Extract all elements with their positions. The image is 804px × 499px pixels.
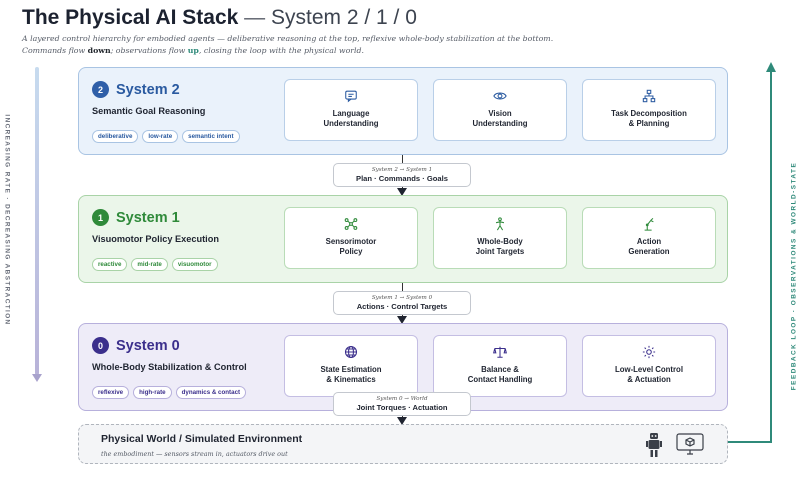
person-icon [495, 217, 505, 231]
card-title: Language Understanding [323, 109, 379, 128]
feedback-loop-label: FEEDBACK LOOP · OBSERVATIONS & WORLD-STA… [790, 161, 798, 391]
connector-label: Joint Torques · Actuation [356, 403, 448, 412]
card-state-estimation: State Estimation & Kinematics [284, 335, 418, 397]
layer-subtitle: Semantic Goal Reasoning [92, 106, 206, 116]
layer-tags: reflexive high-rate dynamics & contact [92, 386, 250, 399]
card-vision-understanding: Vision Understanding [433, 79, 567, 141]
tag: reflexive [92, 386, 130, 399]
connector-system0-world: System 0 → World Joint Torques · Actuati… [333, 392, 471, 416]
feedback-loop-line [770, 72, 772, 442]
tag: high-rate [133, 386, 172, 399]
layer-name: System 0 [116, 337, 180, 354]
layer-name: System 2 [116, 81, 180, 98]
card-language-understanding: Language Understanding [284, 79, 418, 141]
connector-route: System 2 → System 1 [371, 167, 433, 173]
layer-badge: 1 [92, 209, 109, 226]
connector-label: Actions · Control Targets [356, 302, 448, 311]
card-title: Task Decomposition & Planning [611, 109, 687, 128]
desc-up: up [187, 46, 199, 55]
physical-world-panel: Physical World / Simulated Environment t… [78, 424, 728, 464]
page-title: The Physical AI Stack — System 2 / 1 / 0 [22, 6, 417, 30]
robot-arm-icon [644, 217, 654, 231]
card-title: Balance & Contact Handling [467, 365, 533, 384]
card-title: Action Generation [628, 237, 670, 256]
title-dash: — [238, 6, 271, 29]
layer-heading: 0 System 0 [92, 337, 180, 354]
rate-axis-line [35, 67, 39, 375]
card-sensorimotor-policy: Sensorimotor Policy [284, 207, 418, 269]
tag: reactive [92, 258, 128, 271]
card-title: Whole-Body Joint Targets [475, 237, 525, 256]
connector-system2-system1: System 2 → System 1 Plan · Commands · Go… [333, 163, 471, 187]
tag: visuomotor [171, 258, 218, 271]
card-title: State Estimation & Kinematics [320, 365, 382, 384]
card-action-generation: Action Generation [582, 207, 716, 269]
card-whole-body-joint-targets: Whole-Body Joint Targets [433, 207, 567, 269]
connector-route: System 0 → World [376, 396, 428, 402]
desc-text: , closing the loop with the physical wor… [198, 46, 364, 55]
rate-axis-arrowhead [32, 374, 42, 382]
tag: dynamics & contact [175, 386, 247, 399]
hierarchy-icon [642, 89, 656, 103]
title-sub: System 2 / 1 / 0 [271, 6, 417, 29]
layer-subtitle: Whole-Body Stabilization & Control [92, 362, 247, 372]
desc-text: Commands flow [22, 46, 88, 55]
card-title: Sensorimotor Policy [325, 237, 377, 256]
card-title: Low-Level Control & Actuation [614, 365, 683, 384]
feedback-loop-bottom-line [728, 441, 772, 443]
page-description: A layered control hierarchy for embodied… [22, 33, 722, 57]
desc-down: down [87, 46, 111, 55]
layer-heading: 2 System 2 [92, 81, 180, 98]
globe-icon [344, 345, 358, 359]
world-title: Physical World / Simulated Environment [101, 433, 303, 445]
eye-icon [493, 92, 507, 100]
robot-icon [646, 433, 662, 457]
layer-system-2: 2 System 2 Semantic Goal Reasoning delib… [78, 67, 728, 155]
sun-icon [642, 345, 656, 359]
layer-badge: 2 [92, 81, 109, 98]
layer-subtitle: Visuomotor Policy Execution [92, 234, 219, 244]
desc-line-2: Commands flow down; observations flow up… [22, 45, 722, 57]
tag: mid-rate [131, 258, 168, 271]
layer-name: System 1 [116, 209, 180, 226]
connector-route: System 1 → System 0 [371, 295, 433, 301]
tag: semantic intent [182, 130, 240, 143]
connector-system1-system0: System 1 → System 0 Actions · Control Ta… [333, 291, 471, 315]
monitor-icon [676, 433, 704, 455]
rate-axis-label: INCREASING RATE · DECREASING ABSTRACTION [3, 114, 11, 326]
card-task-decomposition: Task Decomposition & Planning [582, 79, 716, 141]
tag: deliberative [92, 130, 139, 143]
card-low-level-control: Low-Level Control & Actuation [582, 335, 716, 397]
connector-line [402, 283, 403, 291]
world-subtitle: the embodiment — sensors stream in, actu… [101, 450, 288, 458]
tag: low-rate [142, 130, 179, 143]
chat-icon [345, 90, 357, 103]
layer-heading: 1 System 1 [92, 209, 180, 226]
connector-label: Plan · Commands · Goals [356, 174, 448, 183]
layer-system-1: 1 System 1 Visuomotor Policy Execution r… [78, 195, 728, 283]
desc-text: ; observations flow [110, 46, 188, 55]
balance-icon [493, 346, 507, 358]
layer-tags: deliberative low-rate semantic intent [92, 130, 244, 143]
desc-line-1: A layered control hierarchy for embodied… [22, 34, 554, 43]
title-main: The Physical AI Stack [22, 6, 239, 29]
layer-badge: 0 [92, 337, 109, 354]
card-balance-contact: Balance & Contact Handling [433, 335, 567, 397]
layer-tags: reactive mid-rate visuomotor [92, 258, 222, 271]
network-icon [344, 218, 358, 230]
connector-line [402, 155, 403, 163]
card-title: Vision Understanding [472, 109, 528, 128]
feedback-loop-arrowhead [766, 62, 776, 72]
